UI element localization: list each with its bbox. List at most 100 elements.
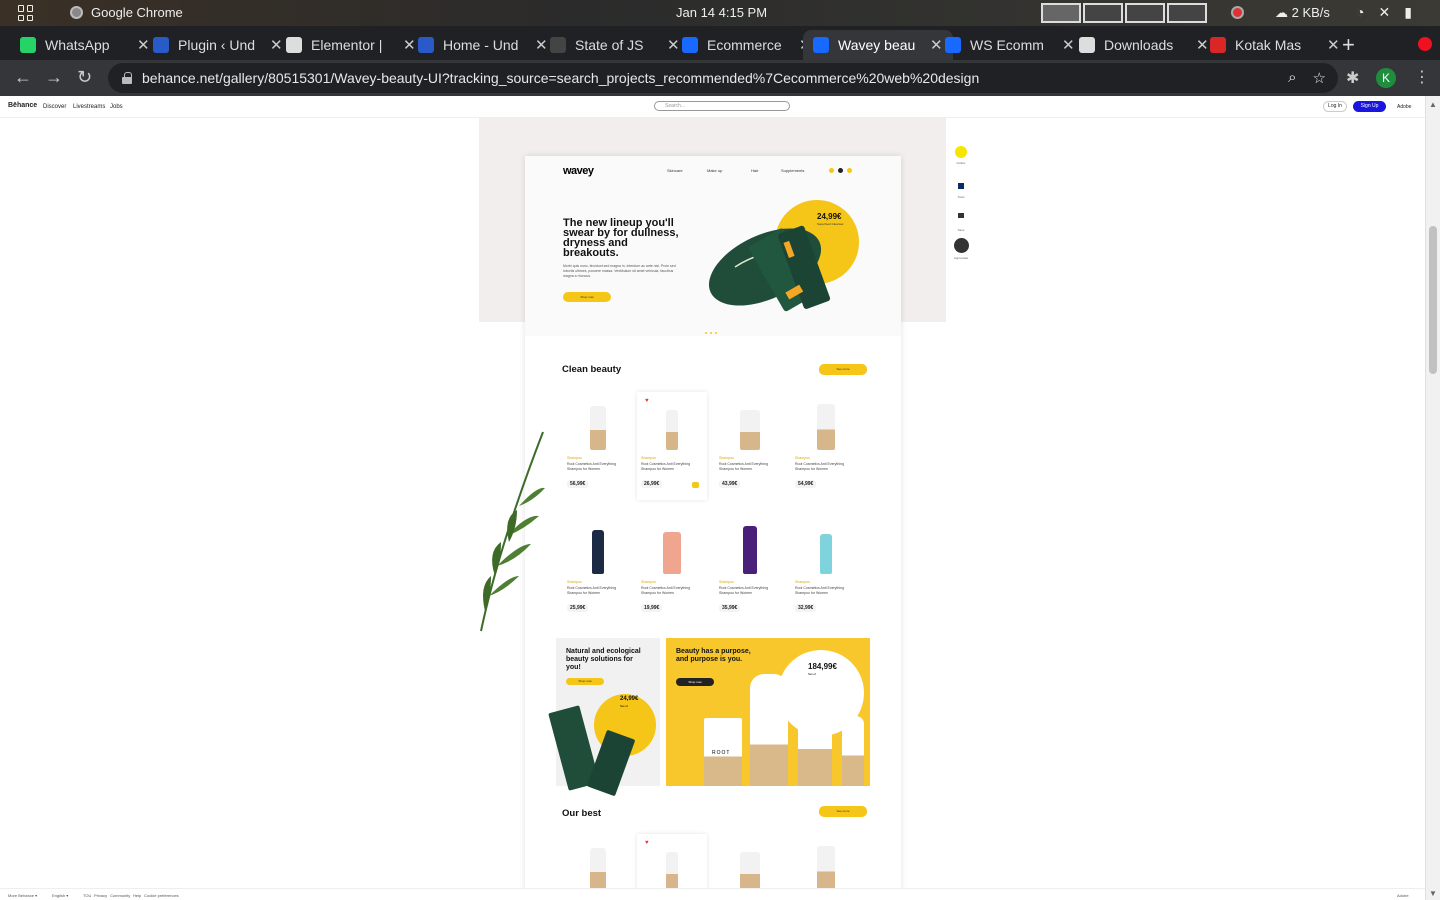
mock-nav-icons bbox=[829, 168, 852, 173]
save-label: Save bbox=[957, 228, 965, 232]
nav-jobs[interactable]: Jobs bbox=[110, 104, 123, 110]
banner1-button: Shop now bbox=[566, 678, 604, 685]
owner-avatar[interactable] bbox=[955, 146, 967, 158]
adobe-link[interactable]: Adobe bbox=[1397, 104, 1411, 110]
nav-discover[interactable]: Discover bbox=[43, 104, 66, 110]
volume-muted-icon[interactable]: ✕ bbox=[1378, 4, 1390, 21]
follow-action[interactable]: Follow bbox=[951, 146, 971, 165]
footer-more-behance[interactable]: More Behance ▾ bbox=[8, 893, 37, 898]
search-input[interactable]: Search... bbox=[654, 101, 790, 111]
record-indicator-icon[interactable] bbox=[1231, 6, 1244, 19]
tab-strip: + WhatsApp ✕ Plugin ‹ Und ✕ Elementor | ✕ Home… bbox=[0, 26, 1440, 60]
tab-6[interactable]: Wavey beau ✕ bbox=[803, 30, 953, 60]
product-price: 35,99€ bbox=[719, 604, 741, 612]
reload-button[interactable]: ↻ bbox=[77, 67, 92, 88]
product-image bbox=[590, 406, 606, 450]
save-action[interactable]: Save bbox=[951, 210, 971, 232]
tab-9[interactable]: Kotak Mas ✕ bbox=[1200, 30, 1350, 60]
behance-logo[interactable]: Bēhance bbox=[8, 102, 37, 109]
forward-button[interactable]: → bbox=[45, 67, 63, 88]
footer-cookie[interactable]: Cookie preferences bbox=[144, 893, 179, 898]
product-price: 25,99€ bbox=[567, 604, 589, 612]
product-card: Shampoo Root Cosmetics Anti Everything Sh… bbox=[791, 516, 861, 624]
tab-2[interactable]: Elementor | ✕ bbox=[276, 30, 426, 60]
footer-community[interactable]: Community bbox=[110, 893, 130, 898]
footer-language[interactable]: English ▾ bbox=[52, 893, 68, 898]
scroll-thumb[interactable] bbox=[1429, 226, 1437, 374]
product-name: Root Cosmetics Anti Everything Shampoo f… bbox=[567, 586, 617, 595]
product-name: Root Cosmetics Anti Everything Shampoo f… bbox=[641, 462, 691, 471]
scroll-down-icon[interactable]: ▼ bbox=[1429, 889, 1437, 898]
product-name: Root Cosmetics Anti Everything Shampoo f… bbox=[795, 586, 845, 595]
banner2-price: 184,99€ bbox=[808, 662, 837, 671]
os-top-bar: Google Chrome Jan 14 4:15 PM ☁ 2 KB/s ◔ ✕… bbox=[0, 0, 1440, 26]
footer-adobe[interactable]: Adobe bbox=[1397, 893, 1409, 898]
footer-privacy[interactable]: Privacy bbox=[94, 893, 107, 898]
globe-icon bbox=[286, 37, 302, 53]
net-speed[interactable]: ☁ 2 KB/s bbox=[1275, 5, 1330, 21]
bookmark-star-icon[interactable]: ☆ bbox=[1313, 69, 1326, 87]
tab-7[interactable]: WS Ecomm ✕ bbox=[935, 30, 1085, 60]
active-app[interactable]: Google Chrome bbox=[70, 5, 183, 20]
footer-tou[interactable]: TOU bbox=[83, 893, 91, 898]
product-name: Root Cosmetics Anti Everything Shampoo f… bbox=[719, 586, 769, 595]
behance-icon bbox=[682, 37, 698, 53]
tab-0[interactable]: WhatsApp ✕ bbox=[10, 30, 160, 60]
tab-label: WhatsApp bbox=[45, 37, 110, 53]
battery-icon[interactable]: ▮ bbox=[1404, 4, 1412, 21]
product-price: 19,99€ bbox=[641, 604, 663, 612]
footer-help[interactable]: Help bbox=[133, 893, 141, 898]
product-image bbox=[590, 848, 606, 892]
banner2-bottle-4 bbox=[842, 716, 864, 786]
tools-label: Tools bbox=[957, 195, 965, 199]
address-bar[interactable]: behance.net/gallery/80515301/Wavey-beaut… bbox=[108, 63, 1338, 93]
mock-nav-skincare: Skincare bbox=[667, 168, 683, 173]
chrome-menu-icon[interactable]: ⋮ bbox=[1414, 67, 1430, 87]
page-footer: More Behance ▾ English ▾ TOU Privacy Com… bbox=[0, 888, 1425, 900]
system-tray[interactable]: ◔ ✕ ▮ bbox=[1356, 4, 1412, 21]
tab-label: Kotak Mas bbox=[1235, 37, 1302, 53]
product-category: Shampoo bbox=[795, 456, 810, 460]
home-icon bbox=[418, 37, 434, 53]
clock[interactable]: Jan 14 4:15 PM bbox=[676, 5, 767, 20]
tab-5[interactable]: Ecommerce✕ bbox=[672, 30, 822, 60]
login-button[interactable]: Log In bbox=[1323, 101, 1347, 112]
our-best-see-more: See more bbox=[819, 806, 867, 817]
product-image bbox=[820, 534, 832, 574]
close-tab-icon[interactable]: ✕ bbox=[1327, 36, 1340, 54]
product-category: Shampoo bbox=[567, 456, 582, 460]
page-scrollbar[interactable]: ▲ ▼ bbox=[1425, 96, 1440, 900]
scroll-up-icon[interactable]: ▲ bbox=[1429, 100, 1437, 109]
tools-action[interactable]: Tools bbox=[951, 180, 971, 199]
app-grid-icon[interactable] bbox=[18, 5, 34, 21]
lock-icon[interactable] bbox=[122, 72, 132, 84]
zoom-icon[interactable]: ⌕ bbox=[1288, 69, 1296, 87]
tab-1[interactable]: Plugin ‹ Und ✕ bbox=[143, 30, 293, 60]
profile-avatar[interactable]: K bbox=[1376, 68, 1396, 88]
workspace-switcher[interactable] bbox=[1041, 3, 1207, 23]
section-our-best-title: Our best bbox=[562, 808, 602, 819]
product-card: Shampoo Root Cosmetics Anti Everything Sh… bbox=[715, 516, 785, 624]
gmail-icon bbox=[1210, 37, 1226, 53]
mock-nav-makeup: Make up bbox=[707, 168, 723, 173]
nav-livestreams[interactable]: Livestreams bbox=[73, 104, 105, 110]
thumbs-up-icon[interactable] bbox=[953, 238, 969, 253]
banner2-title: Beauty has a purpose, and purpose is you… bbox=[676, 648, 751, 663]
appreciate-action[interactable]: Appreciate bbox=[951, 238, 971, 260]
tab-3[interactable]: Home - Und ✕ bbox=[408, 30, 558, 60]
recording-icon[interactable] bbox=[1418, 37, 1432, 51]
extensions-icon[interactable]: ✱ bbox=[1346, 68, 1359, 88]
wifi-icon[interactable]: ◔ bbox=[1356, 4, 1364, 21]
appreciate-label: Appreciate bbox=[953, 256, 969, 260]
web-page: Bēhance Discover Livestreams Jobs Search… bbox=[0, 96, 1440, 900]
back-button[interactable]: ← bbox=[14, 67, 32, 88]
product-name: Root Cosmetics Anti Everything Shampoo f… bbox=[795, 462, 845, 471]
hero-title: The new lineup you'll swear by for dulln… bbox=[563, 217, 679, 259]
heart-icon: ♥ bbox=[645, 840, 649, 846]
product-image bbox=[740, 410, 760, 450]
tab-8[interactable]: Downloads ✕ bbox=[1069, 30, 1219, 60]
behance-icon bbox=[813, 37, 829, 53]
product-card: Shampoo Root Cosmetics Anti Everything Sh… bbox=[563, 392, 633, 500]
tab-4[interactable]: State of JS ✕ bbox=[540, 30, 690, 60]
signup-button[interactable]: Sign Up bbox=[1353, 101, 1386, 112]
